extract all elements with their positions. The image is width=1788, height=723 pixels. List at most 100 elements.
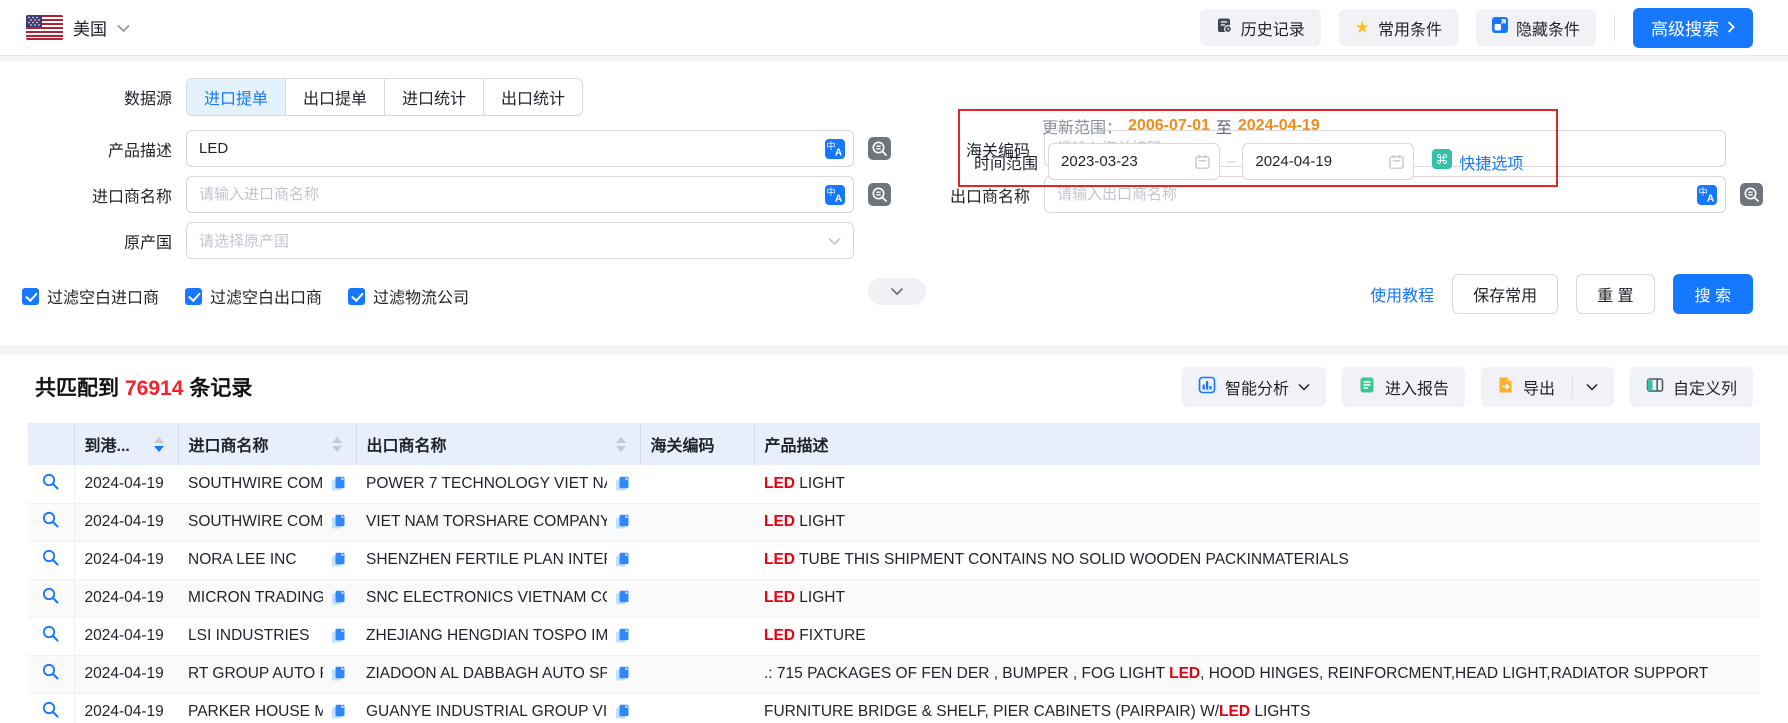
arrival-date: 2024-04-19 (85, 513, 164, 530)
col-exporter[interactable]: 出口商名称 (356, 423, 640, 465)
datasource-tabs: 进口提单 出口提单 进口统计 出口统计 (186, 78, 583, 116)
results-summary: 共匹配到76914条记录 (35, 372, 252, 402)
match-mode-icon[interactable] (1740, 183, 1763, 206)
favorites-button[interactable]: ★ 常用条件 (1339, 9, 1458, 46)
time-range-annotation-box: 更新范围： 2006-07-01 至 2024-04-19 时间范围 – (958, 109, 1558, 187)
app-page: 美国 历史记录 ★ 常用条件 隐藏条件 (0, 0, 1788, 723)
results-table: 到港... 进口商名称 出口商名称 海关编码 产品描述 (28, 423, 1760, 723)
importer-name: RT GROUP AUTO P (188, 665, 323, 683)
copy-icon[interactable] (323, 627, 346, 645)
copy-icon[interactable] (607, 513, 630, 531)
save-common-button[interactable]: 保存常用 (1452, 274, 1558, 314)
chevron-down-icon[interactable] (1586, 378, 1598, 396)
view-detail-icon[interactable] (41, 586, 60, 605)
copy-icon[interactable] (607, 475, 630, 493)
view-detail-icon[interactable] (41, 548, 60, 567)
arrival-date: 2024-04-19 (85, 475, 164, 492)
origin-row: 原产国 请选择原产国 (22, 222, 854, 259)
view-detail-icon[interactable] (41, 510, 60, 529)
copy-icon[interactable] (323, 475, 346, 493)
exporter-name: ZHEJIANG HENGDIAN TOSPO IMP. (366, 627, 607, 645)
copy-icon[interactable] (323, 513, 346, 531)
importer-name: SOUTHWIRE COMP (188, 513, 323, 531)
view-detail-icon[interactable] (41, 624, 60, 643)
filter-blank-importer[interactable]: 过滤空白进口商 (22, 284, 159, 308)
search-form: 数据源 进口提单 出口提单 进口统计 出口统计 产品描述 中A 海关编码 (0, 62, 1788, 345)
chevron-down-icon (828, 232, 841, 249)
custom-columns-button[interactable]: 自定义列 (1630, 367, 1753, 407)
product-description: LED FIXTURE (764, 627, 866, 644)
collapse-form-button[interactable] (868, 278, 926, 305)
col-product: 产品描述 (754, 423, 1760, 465)
enter-report-button[interactable]: 进入报告 (1342, 367, 1465, 407)
copy-icon[interactable] (323, 703, 346, 721)
copy-icon[interactable] (607, 627, 630, 645)
col-arrival-date[interactable]: 到港... (74, 423, 178, 465)
product-description: LED LIGHT (764, 589, 845, 606)
chevron-down-icon (890, 284, 904, 299)
topbar-divider (1614, 15, 1615, 41)
view-detail-icon[interactable] (41, 472, 60, 491)
svg-text:A: A (1707, 193, 1714, 204)
copy-icon[interactable] (607, 551, 630, 569)
topbar: 美国 历史记录 ★ 常用条件 隐藏条件 (0, 0, 1788, 56)
chevron-right-icon (1727, 18, 1735, 38)
importer-name: MICRON TRADING (188, 589, 323, 607)
exporter-name: GUANYE INDUSTRIAL GROUP VIET (366, 703, 607, 721)
translate-icon[interactable]: 中A (825, 185, 845, 205)
country-selector[interactable]: 美国 (26, 15, 130, 40)
importer-input[interactable] (186, 176, 854, 213)
translate-icon[interactable]: 中A (825, 139, 845, 159)
export-button[interactable]: 导出 (1481, 367, 1614, 407)
filter-blank-exporter[interactable]: 过滤空白出口商 (185, 284, 322, 308)
datasource-row: 数据源 进口提单 出口提单 进口统计 出口统计 (22, 78, 583, 116)
filter-logistics[interactable]: 过滤物流公司 (348, 284, 469, 308)
product-input[interactable] (186, 130, 854, 167)
table-body: 2024-04-19 SOUTHWIRE COMP POWER 7 TECHNO… (28, 465, 1760, 723)
reset-button[interactable]: 重 置 (1576, 274, 1654, 314)
quick-options-link[interactable]: ⌘ 快捷选项 (1432, 149, 1523, 174)
origin-select[interactable]: 请选择原产国 (186, 222, 854, 259)
filter-row: 过滤空白进口商 过滤空白出口商 过滤物流公司 (22, 284, 469, 308)
tab-export-stats[interactable]: 出口统计 (483, 79, 582, 115)
sort-icon (616, 437, 630, 452)
copy-icon[interactable] (323, 589, 346, 607)
copy-icon[interactable] (607, 703, 630, 721)
hide-conditions-button[interactable]: 隐藏条件 (1476, 9, 1596, 46)
datasource-label: 数据源 (22, 85, 172, 109)
chevron-down-icon (117, 19, 130, 37)
translate-icon[interactable]: 中A (1697, 185, 1717, 205)
view-detail-icon[interactable] (41, 700, 60, 719)
report-icon (1358, 376, 1376, 399)
calendar-icon[interactable] (1388, 153, 1405, 170)
arrival-date: 2024-04-19 (85, 551, 164, 568)
copy-icon[interactable] (323, 665, 346, 683)
record-count: 76914 (125, 377, 183, 400)
tutorial-link[interactable]: 使用教程 (1370, 282, 1434, 306)
svg-text:⌘: ⌘ (1436, 152, 1449, 167)
checkbox-checked-icon (185, 288, 202, 305)
origin-label: 原产国 (22, 229, 172, 253)
advanced-search-button[interactable]: 高级搜索 (1633, 8, 1753, 48)
checkbox-checked-icon (22, 288, 39, 305)
tab-export-bol[interactable]: 出口提单 (285, 79, 384, 115)
table-header-row: 到港... 进口商名称 出口商名称 海关编码 产品描述 (28, 423, 1760, 465)
copy-icon[interactable] (323, 551, 346, 569)
copy-icon[interactable] (607, 665, 630, 683)
us-flag-icon (26, 15, 63, 40)
calendar-icon[interactable] (1194, 153, 1211, 170)
export-icon (1497, 376, 1514, 399)
smart-analysis-button[interactable]: 智能分析 (1182, 367, 1326, 407)
tab-import-stats[interactable]: 进口统计 (384, 79, 483, 115)
col-importer[interactable]: 进口商名称 (178, 423, 356, 465)
history-button[interactable]: 历史记录 (1200, 9, 1321, 46)
copy-icon[interactable] (607, 589, 630, 607)
exporter-name: SNC ELECTRONICS VIETNAM CO., (366, 589, 607, 607)
tab-import-bol[interactable]: 进口提单 (187, 79, 285, 115)
view-detail-icon[interactable] (41, 662, 60, 681)
time-range-label: 时间范围 (974, 150, 1038, 174)
history-icon (1216, 17, 1233, 39)
importer-row: 进口商名称 中A (22, 176, 891, 213)
command-icon: ⌘ (1432, 149, 1452, 174)
search-button[interactable]: 搜 索 (1673, 274, 1753, 314)
